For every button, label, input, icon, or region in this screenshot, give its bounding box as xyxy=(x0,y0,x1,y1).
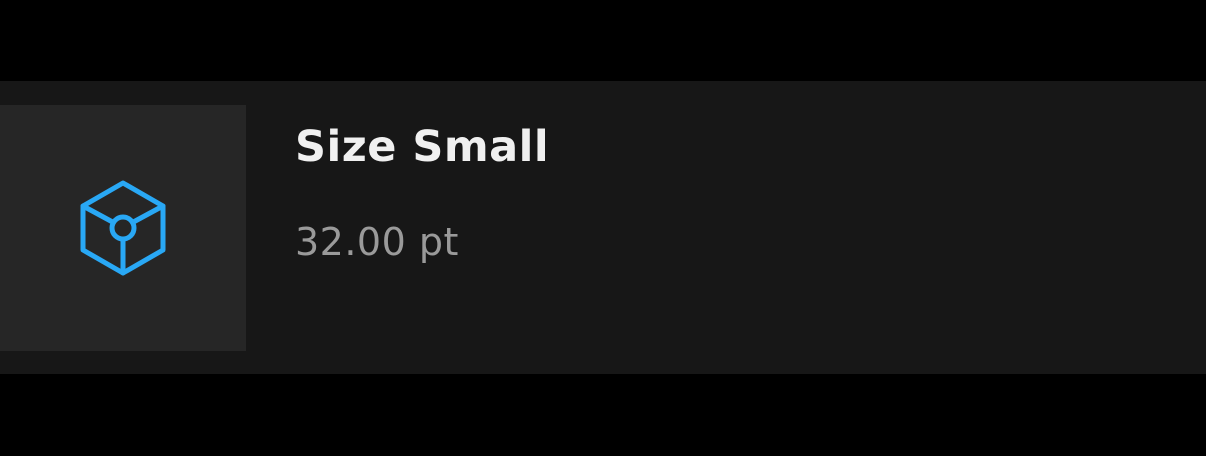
item-title: Size Small xyxy=(295,122,550,172)
item-value: 32.00 pt xyxy=(295,220,459,264)
thumbnail xyxy=(0,105,246,351)
3d-cube-icon xyxy=(78,178,168,278)
property-row[interactable]: Size Small 32.00 pt xyxy=(0,81,1206,374)
